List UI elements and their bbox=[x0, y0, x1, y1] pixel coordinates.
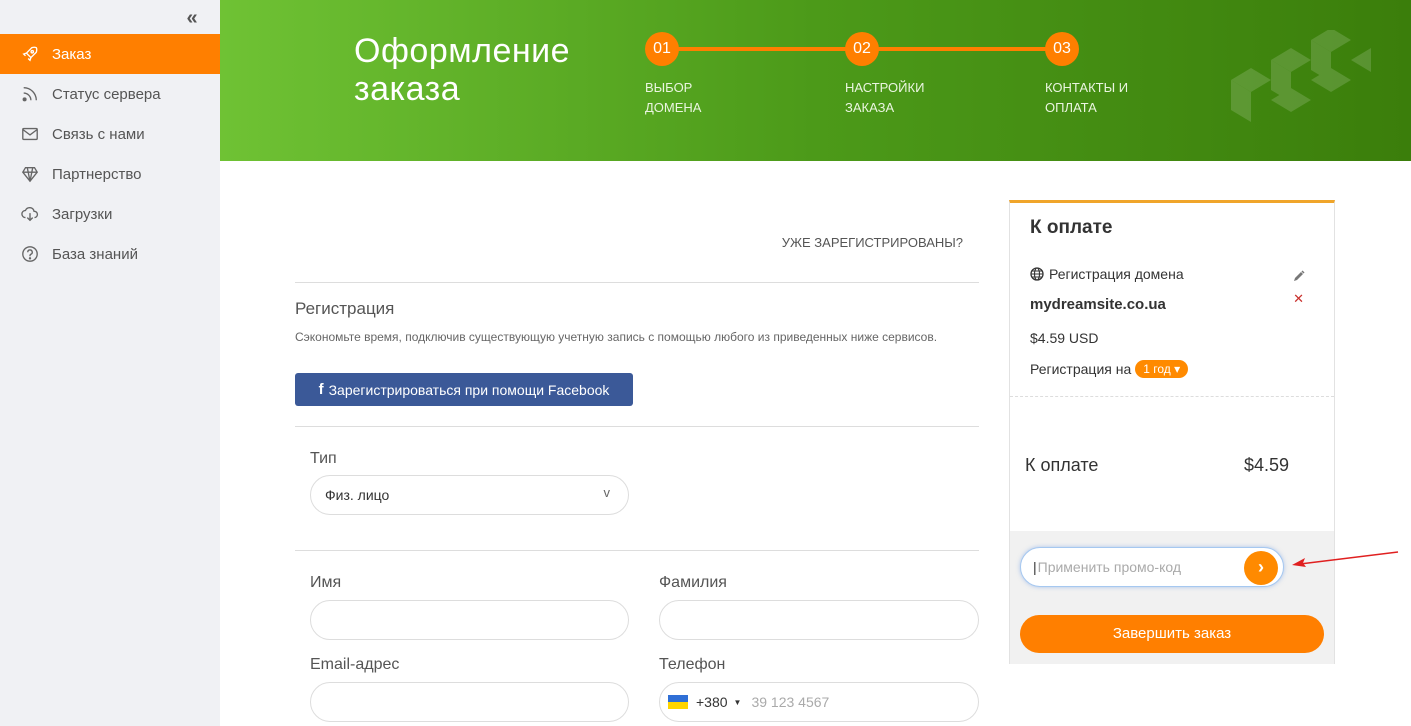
email-field[interactable] bbox=[310, 682, 629, 722]
sidebar-item-label: Связь с нами bbox=[52, 125, 145, 143]
type-select-value: Физ. лицо bbox=[325, 487, 390, 503]
last-name-field[interactable] bbox=[659, 600, 979, 640]
first-name-label: Имя bbox=[310, 574, 342, 591]
phone-label: Телефон bbox=[659, 656, 726, 673]
promo-placeholder: Применить промо-код bbox=[1037, 559, 1182, 575]
annotation-arrow-icon bbox=[1292, 551, 1399, 567]
sidebar-item-contact[interactable]: Связь с нами bbox=[0, 114, 220, 154]
sidebar-item-server-status[interactable]: Статус сервера bbox=[0, 74, 220, 114]
facebook-register-button[interactable]: f Зарегистрироваться при помощи Facebook bbox=[295, 373, 633, 406]
period-value: 1 год bbox=[1143, 362, 1171, 376]
phone-country-code[interactable]: +380 bbox=[696, 694, 728, 710]
registration-title: Регистрация bbox=[295, 299, 395, 318]
period-dropdown[interactable]: 1 год ▾ bbox=[1135, 360, 1189, 378]
header-banner: Оформление заказа 01 ВЫБОР ДОМЕНА 02 НАС… bbox=[220, 0, 1411, 161]
summary-period: Регистрация на 1 год ▾ bbox=[1030, 360, 1189, 378]
sidebar-item-partnership[interactable]: Партнерство bbox=[0, 154, 220, 194]
facebook-icon: f bbox=[318, 381, 324, 398]
order-summary-panel: К оплате Регистрация домена ✕ mydreamsit… bbox=[1009, 200, 1335, 664]
sidebar-item-label: Загрузки bbox=[52, 205, 113, 223]
step-number: 01 bbox=[645, 32, 679, 66]
finish-order-button[interactable]: Завершить заказ bbox=[1020, 615, 1324, 653]
type-select[interactable]: Физ. лицо v bbox=[310, 475, 629, 515]
decorative-cubes-graphic bbox=[1231, 30, 1371, 122]
facebook-button-label: Зарегистрироваться при помощи Facebook bbox=[328, 381, 610, 398]
divider bbox=[295, 426, 979, 427]
diamond-icon bbox=[20, 164, 40, 184]
summary-title: К оплате bbox=[1030, 217, 1113, 238]
step-label: НАСТРОЙКИ ЗАКАЗА bbox=[845, 80, 925, 115]
last-name-label: Фамилия bbox=[659, 574, 727, 591]
total-label: К оплате bbox=[1025, 455, 1099, 475]
step-label: ВЫБОР ДОМЕНА bbox=[645, 80, 702, 115]
registration-description: Сэкономьте время, подключив существующую… bbox=[295, 330, 938, 344]
summary-item: Регистрация домена bbox=[1030, 266, 1184, 282]
phone-placeholder: 39 123 4567 bbox=[751, 694, 830, 710]
period-label: Регистрация на bbox=[1030, 361, 1132, 377]
remove-icon[interactable]: ✕ bbox=[1293, 291, 1304, 307]
finish-section: Завершить заказ bbox=[1010, 603, 1334, 664]
sidebar-item-label: Заказ bbox=[52, 45, 92, 63]
globe-icon bbox=[1030, 267, 1044, 281]
promo-code-input[interactable]: | Применить промо-код › bbox=[1020, 547, 1284, 587]
type-label: Тип bbox=[310, 450, 337, 467]
sidebar-item-label: База знаний bbox=[52, 245, 138, 263]
rocket-icon bbox=[20, 44, 40, 64]
divider bbox=[295, 282, 979, 283]
sidebar-item-knowledgebase[interactable]: База знаний bbox=[0, 234, 220, 274]
envelope-icon bbox=[20, 124, 40, 144]
pencil-icon[interactable] bbox=[1292, 269, 1306, 283]
step-1: 01 ВЫБОР ДОМЕНА bbox=[645, 32, 785, 118]
divider bbox=[1010, 396, 1334, 397]
phone-field[interactable]: +380 ▼ 39 123 4567 bbox=[659, 682, 979, 722]
ukraine-flag-icon[interactable] bbox=[668, 695, 688, 709]
sidebar-item-label: Статус сервера bbox=[52, 85, 161, 103]
rss-icon bbox=[20, 84, 40, 104]
cloud-download-icon bbox=[20, 204, 40, 224]
question-circle-icon bbox=[20, 244, 40, 264]
sidebar-item-downloads[interactable]: Загрузки bbox=[0, 194, 220, 234]
text-cursor: | bbox=[1033, 559, 1037, 575]
summary-price: $4.59 USD bbox=[1030, 330, 1099, 346]
chevron-down-icon: v bbox=[603, 485, 611, 500]
summary-item-label: Регистрация домена bbox=[1049, 266, 1184, 282]
sidebar-item-order[interactable]: Заказ bbox=[0, 34, 220, 74]
page-title: Оформление заказа bbox=[354, 32, 571, 108]
collapse-sidebar-icon[interactable]: « bbox=[182, 8, 202, 28]
step-number: 03 bbox=[1045, 32, 1079, 66]
total-value: $4.59 bbox=[1243, 455, 1289, 475]
apply-promo-button[interactable]: › bbox=[1244, 551, 1278, 585]
step-number: 02 bbox=[845, 32, 879, 66]
divider bbox=[295, 550, 979, 551]
sidebar-item-label: Партнерство bbox=[52, 165, 142, 183]
sidebar: « Заказ Статус сервера Связь с нами Парт… bbox=[0, 0, 220, 726]
sidebar-nav: Заказ Статус сервера Связь с нами Партне… bbox=[0, 34, 220, 274]
step-3: 03 КОНТАКТЫ И ОПЛАТА bbox=[1045, 32, 1185, 118]
first-name-field[interactable] bbox=[310, 600, 629, 640]
step-label: КОНТАКТЫ И ОПЛАТА bbox=[1045, 80, 1129, 115]
summary-domain: mydreamsite.co.ua bbox=[1030, 296, 1166, 313]
email-label: Email-адрес bbox=[310, 656, 400, 673]
already-registered-link[interactable]: УЖЕ ЗАРЕГИСТРИРОВАНЫ? bbox=[782, 235, 963, 250]
step-2: 02 НАСТРОЙКИ ЗАКАЗА bbox=[845, 32, 985, 118]
promo-section: | Применить промо-код › bbox=[1010, 531, 1334, 603]
caret-down-icon[interactable]: ▼ bbox=[734, 698, 742, 707]
